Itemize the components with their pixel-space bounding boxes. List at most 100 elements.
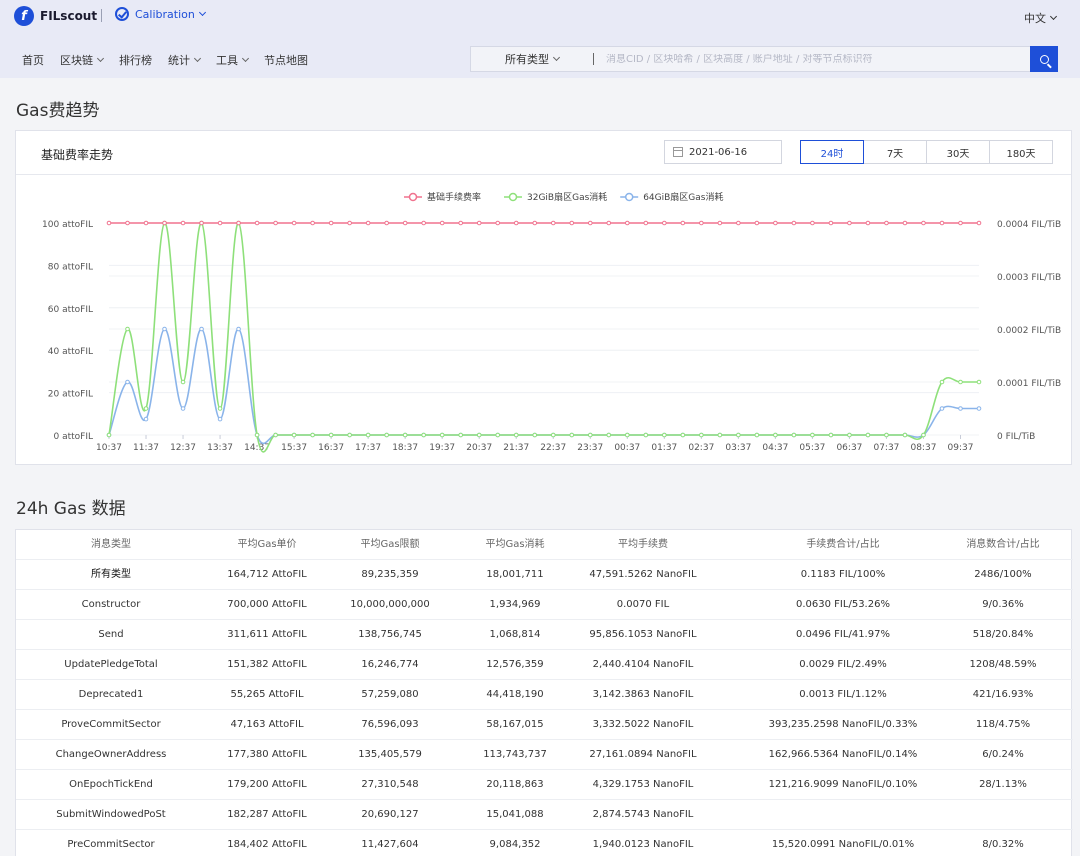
- table-cell: 18,001,711: [486, 569, 544, 580]
- range-tab[interactable]: 7天: [863, 140, 927, 164]
- data-point: [662, 432, 667, 438]
- data-point: [717, 432, 723, 438]
- table-cell: 1,934,969: [489, 599, 541, 610]
- x-tick-label: 09:37: [948, 443, 974, 453]
- table-cell: PreCommitSector: [67, 839, 155, 850]
- language-label: 中文: [1024, 12, 1046, 25]
- table-cell: 15,520.0991 NanoFIL/0.01%: [771, 839, 915, 850]
- table-cell: Constructor: [81, 599, 141, 610]
- data-point: [624, 220, 630, 226]
- date-picker[interactable]: 2021-06-16: [664, 140, 782, 164]
- data-point: [587, 220, 593, 226]
- site-logo[interactable]: f FILscout: [14, 6, 97, 26]
- data-point: [773, 432, 778, 438]
- data-point: [902, 220, 908, 226]
- table-cell: 311,611 AttoFIL: [227, 629, 307, 640]
- data-point: [217, 406, 223, 411]
- table-row: 所有类型 164,712 AttoFIL 89,235,359 18,001,711 4…: [16, 560, 1073, 590]
- table-cell: 184,402 AttoFIL: [227, 839, 307, 850]
- table-cell: 162,966.5364 NanoFIL/0.14%: [768, 749, 918, 760]
- data-point: [828, 220, 834, 226]
- table-cell: 182,287 AttoFIL: [227, 809, 307, 820]
- nav-item-label: 工具: [216, 54, 238, 67]
- data-point: [791, 432, 797, 438]
- data-point: [699, 220, 704, 226]
- x-tick-label: 12:37: [170, 443, 196, 453]
- table-cell: 20,690,127: [361, 809, 419, 820]
- data-point: [273, 220, 278, 226]
- data-point: [365, 432, 371, 438]
- filecoin-icon: f: [14, 6, 34, 26]
- search-icon: [1039, 54, 1049, 64]
- data-point: [643, 432, 649, 438]
- nav-item[interactable]: 工具: [216, 52, 250, 68]
- nav-item[interactable]: 节点地图: [264, 52, 308, 68]
- trend-card-header: 基础费率走势 2021-06-16 24时 7天 30天 180天: [16, 131, 1071, 175]
- table-cell: 1,068,814: [489, 629, 541, 640]
- x-tick-label: 05:37: [799, 443, 825, 453]
- table-cell: 10,000,000,000: [350, 599, 430, 610]
- data-point: [236, 220, 241, 226]
- table-cell: ChangeOwnerAddress: [55, 749, 167, 760]
- data-point: [513, 220, 519, 226]
- x-tick-label: 07:37: [873, 443, 899, 453]
- nav-item[interactable]: 首页: [22, 52, 44, 68]
- data-point: [865, 432, 871, 438]
- nav-item[interactable]: 统计: [168, 52, 202, 68]
- table-cell: 393,235.2598 NanoFIL/0.33%: [768, 719, 918, 730]
- data-point: [884, 432, 889, 438]
- range-tab[interactable]: 30天: [926, 140, 990, 164]
- table-cell: 28/1.13%: [979, 779, 1027, 790]
- data-point: [624, 432, 630, 438]
- x-tick-label: 10:37: [96, 443, 122, 453]
- table-cell: 421/16.93%: [972, 689, 1034, 700]
- column-header: 平均手续费: [618, 539, 668, 550]
- network-selector[interactable]: Calibration: [115, 7, 206, 21]
- y-right-tick-label: 0.0001 FIL/TiB: [997, 379, 1061, 389]
- range-tab[interactable]: 24时: [800, 140, 864, 164]
- x-tick-label: 06:37: [836, 443, 862, 453]
- x-tick-label: 02:37: [688, 443, 714, 453]
- search-type-select[interactable]: 所有类型: [471, 51, 593, 67]
- data-point: [717, 220, 723, 226]
- table-cell: 27,310,548: [361, 779, 419, 790]
- data-point: [606, 220, 612, 226]
- table-cell: 4,329.1753 NanoFIL: [592, 779, 694, 790]
- data-point: [662, 220, 667, 226]
- data-point: [939, 406, 945, 411]
- data-point: [939, 379, 945, 385]
- table-header-row: 消息类型 平均Gas单价 平均Gas限额 平均Gas消耗 平均手续费 手续费合计/占比 消息…: [16, 530, 1073, 560]
- x-tick-label: 15:37: [281, 443, 307, 453]
- x-tick-label: 00:37: [614, 443, 640, 453]
- data-point: [310, 432, 315, 438]
- column-header: 平均Gas限额: [360, 539, 420, 550]
- language-selector[interactable]: 中文: [1024, 10, 1058, 26]
- table-cell: 所有类型: [91, 569, 131, 580]
- network-check-icon: [115, 7, 129, 21]
- legend-label: 基础手续费率: [427, 191, 481, 203]
- table-row: UpdatePledgeTotal 151,382 AttoFIL 16,246,7…: [16, 650, 1073, 680]
- table-cell: 76,596,093: [361, 719, 419, 730]
- table-row: Send 311,611 AttoFIL 138,756,745 1,068,814 9…: [16, 620, 1073, 650]
- table-cell: Deprecated1: [78, 689, 144, 700]
- y-right-tick-label: 0 FIL/TiB: [997, 432, 1035, 442]
- x-tick-label: 22:37: [540, 443, 566, 453]
- legend-marker: [408, 192, 418, 202]
- table-cell: 9/0.36%: [982, 599, 1024, 610]
- data-point: [902, 432, 908, 438]
- legend-marker: [624, 192, 634, 202]
- table-cell: 95,856.1053 NanoFIL: [589, 629, 697, 640]
- search-input[interactable]: [606, 53, 1030, 65]
- table-cell: 0.0630 FIL/53.26%: [796, 599, 890, 610]
- data-point: [291, 220, 297, 226]
- nav-item[interactable]: 区块链: [60, 52, 105, 68]
- data-point: [291, 432, 297, 438]
- range-tab[interactable]: 180天: [989, 140, 1053, 164]
- nav-item[interactable]: 排行榜: [119, 52, 152, 68]
- y-right-tick-label: 0.0002 FIL/TiB: [997, 326, 1061, 336]
- column-header: 平均Gas消耗: [485, 539, 545, 550]
- data-point: [217, 416, 223, 422]
- range-tabs: 24时 7天 30天 180天: [800, 140, 1053, 164]
- search-button[interactable]: [1030, 46, 1058, 72]
- calendar-icon: [673, 147, 683, 157]
